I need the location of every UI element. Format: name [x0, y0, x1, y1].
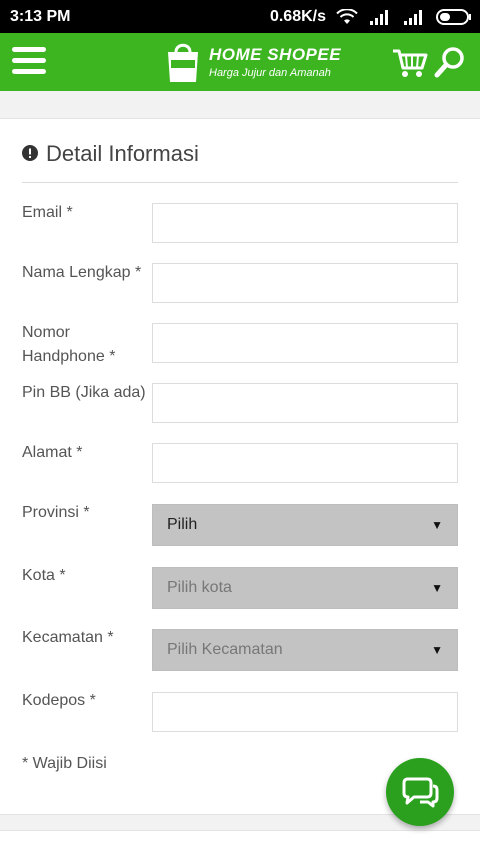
- search-icon[interactable]: [434, 46, 466, 78]
- brand-tagline: Harga Jujur dan Amanah: [209, 67, 331, 79]
- shopping-bag-logo-icon: [168, 43, 198, 82]
- address-field[interactable]: [152, 443, 458, 483]
- dropdown-caret-icon: ▼: [431, 518, 443, 532]
- app-header: HOME SHOPEE Harga Jujur dan Amanah: [0, 33, 480, 91]
- province-select-value: Pilih: [167, 516, 198, 533]
- email-label: Email *: [22, 204, 73, 221]
- network-speed: 0.68K/s: [269, 7, 326, 25]
- card-title: Detail Informasi: [46, 141, 199, 166]
- province-label: Provinsi *: [22, 504, 90, 521]
- brand-name: HOME SHOPEE: [209, 45, 342, 64]
- signal-icon-2: [404, 9, 422, 25]
- district-label: Kecamatan *: [22, 629, 114, 646]
- phone-label: Nomor Handphone *: [22, 324, 116, 365]
- dropdown-caret-icon: ▼: [431, 643, 443, 657]
- status-icons: 0.68K/s: [270, 8, 472, 26]
- info-icon: [22, 145, 38, 161]
- wifi-icon: [336, 8, 358, 24]
- province-select[interactable]: Pilih ▼: [152, 504, 458, 546]
- brand-logo[interactable]: HOME SHOPEE Harga Jujur dan Amanah: [165, 39, 341, 85]
- full-name-label: Nama Lengkap *: [22, 264, 142, 281]
- status-bar: 3:13 PM 0.68K/s: [0, 0, 480, 33]
- postcode-label: Kodepos *: [22, 692, 96, 709]
- pin-bb-label: Pin BB (Jika ada): [22, 384, 146, 401]
- full-name-field[interactable]: [152, 263, 458, 303]
- menu-button[interactable]: [12, 47, 46, 77]
- address-label: Alamat *: [22, 444, 83, 461]
- email-field[interactable]: [152, 203, 458, 243]
- postcode-field[interactable]: [152, 692, 458, 732]
- city-select-value: Pilih kota: [167, 579, 232, 596]
- required-note: * Wajib Diisi: [22, 755, 107, 772]
- next-card: [0, 830, 480, 860]
- card-header: Detail Informasi: [22, 141, 458, 183]
- dropdown-caret-icon: ▼: [431, 581, 443, 595]
- detail-info-card: Detail Informasi Email * Nama Lengkap * …: [0, 118, 480, 815]
- chat-icon: [402, 777, 439, 808]
- district-select[interactable]: Pilih Kecamatan ▼: [152, 629, 458, 671]
- district-select-value: Pilih Kecamatan: [167, 641, 283, 658]
- pin-bb-field[interactable]: [152, 383, 458, 423]
- hamburger-menu-icon: [12, 47, 46, 52]
- chat-button[interactable]: [386, 758, 454, 826]
- signal-icon: [370, 9, 388, 25]
- city-label: Kota *: [22, 567, 66, 584]
- city-select[interactable]: Pilih kota ▼: [152, 567, 458, 609]
- phone-field[interactable]: [152, 323, 458, 363]
- cart-icon[interactable]: [392, 47, 428, 79]
- status-time: 3:13 PM: [10, 7, 71, 25]
- battery-icon: [436, 8, 471, 25]
